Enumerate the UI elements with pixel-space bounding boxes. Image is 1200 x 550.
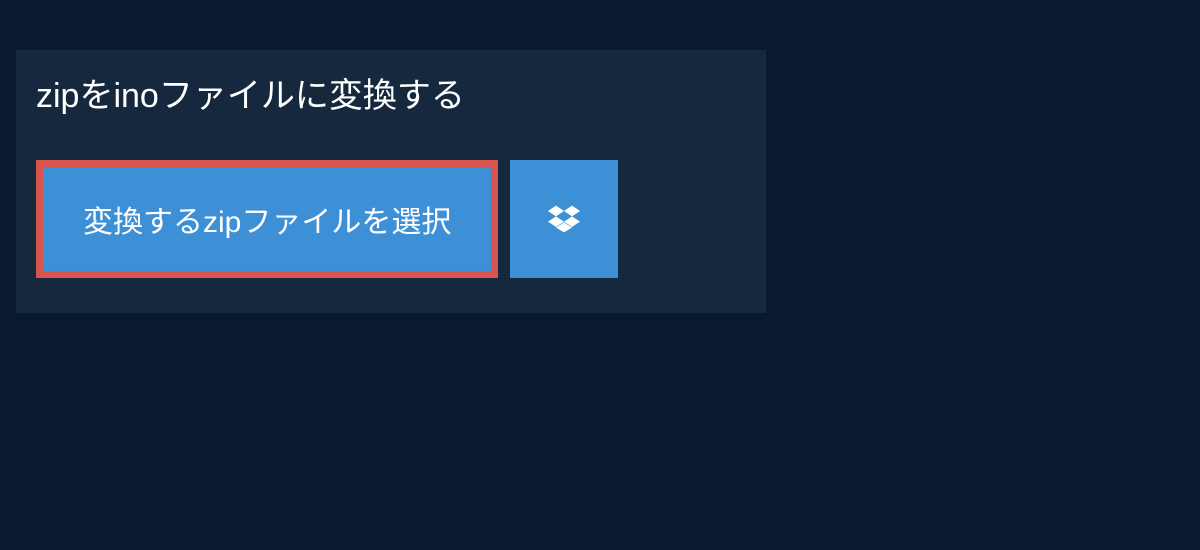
button-row: 変換するzipファイルを選択 (16, 135, 766, 278)
dropbox-button[interactable] (510, 160, 618, 278)
select-file-button[interactable]: 変換するzipファイルを選択 (36, 160, 498, 278)
title-bar: zipをinoファイルに変換する (16, 50, 485, 135)
dropbox-icon (548, 203, 580, 235)
page-title: zipをinoファイルに変換する (36, 77, 465, 115)
select-file-label: 変換するzipファイルを選択 (83, 197, 451, 241)
converter-panel: zipをinoファイルに変換する 変換するzipファイルを選択 (16, 50, 766, 313)
